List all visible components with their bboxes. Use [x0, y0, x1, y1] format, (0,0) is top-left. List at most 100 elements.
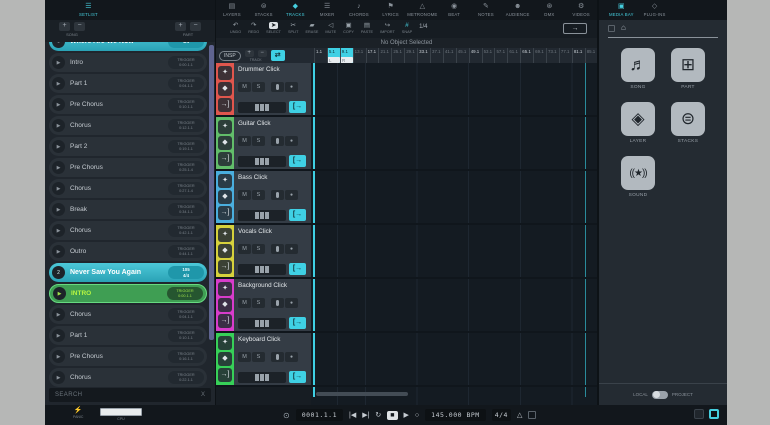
input-routing-icon[interactable]: →]: [218, 314, 232, 328]
search-input[interactable]: SEARCH X: [49, 388, 211, 402]
play-icon[interactable]: ▶: [52, 140, 65, 153]
expand-toolbar-button[interactable]: →: [563, 23, 587, 34]
solo-button[interactable]: S: [252, 136, 265, 146]
filter-checkbox[interactable]: [608, 24, 615, 32]
play-icon[interactable]: ▶: [52, 119, 65, 132]
record-arm-button[interactable]: ●: [285, 82, 298, 92]
tempo-display[interactable]: 145.000 BPM: [425, 409, 486, 421]
tab-videos[interactable]: ⚙ VIDEOS: [565, 0, 597, 20]
loop-button[interactable]: ↻: [375, 411, 381, 419]
record-arm-button[interactable]: ●: [285, 298, 298, 308]
setlist-item[interactable]: ▶ Chorus TRIGGER 0:27.1.4: [49, 179, 207, 198]
setlist-item[interactable]: ▶ Intro TRIGGER 0:00.1.1: [49, 53, 207, 72]
play-icon[interactable]: ▶: [52, 245, 65, 258]
actions-icon[interactable]: ✦: [218, 174, 232, 188]
actions-icon[interactable]: ✦: [218, 336, 232, 350]
track-header[interactable]: Keyboard Click MS ● [→: [234, 333, 311, 385]
solo-button[interactable]: S: [252, 190, 265, 200]
output-routing-button[interactable]: [→: [289, 317, 306, 329]
media-item-sound[interactable]: ((★)) SOUND: [621, 156, 655, 198]
setlist-item[interactable]: ▶ Chorus TRIGGER 0:22.1.1: [49, 368, 207, 387]
tag-icon[interactable]: ◆: [218, 136, 232, 150]
song-number-icon[interactable]: 1: [52, 42, 65, 48]
input-routing-icon[interactable]: →]: [218, 98, 232, 112]
media-item-song[interactable]: ♬ SONG: [621, 48, 655, 90]
media-item-stacks[interactable]: ⊜ STACKS: [671, 102, 705, 144]
solo-button[interactable]: S: [252, 244, 265, 254]
mute-button[interactable]: M: [238, 136, 251, 146]
add-song-button[interactable]: +: [59, 22, 70, 31]
monitor-button[interactable]: [271, 82, 284, 92]
play-icon[interactable]: ▶: [52, 98, 65, 111]
copy-button[interactable]: ▣ COPY: [343, 22, 354, 34]
setlist-item[interactable]: ▶ Pre Chorus TRIGGER 0:16.1.1: [49, 347, 207, 366]
track-name[interactable]: Bass Click: [238, 174, 307, 181]
tab-audience[interactable]: ☻ AUDIENCE: [502, 0, 534, 20]
actions-icon[interactable]: ✦: [218, 120, 232, 134]
play-icon[interactable]: ▶: [52, 224, 65, 237]
remove-part-button[interactable]: −: [190, 22, 201, 31]
setlist-item[interactable]: 1 Where Are We Now 4/4: [49, 42, 207, 51]
setlist-item[interactable]: ▶ Part 1 TRIGGER 0:04.1.1: [49, 74, 207, 93]
output-routing-button[interactable]: [→: [289, 155, 306, 167]
mute-button[interactable]: M: [238, 298, 251, 308]
redo-button[interactable]: ↷ REDO: [248, 22, 259, 34]
tab-chords[interactable]: ♪ CHORDS: [343, 0, 375, 20]
volume-slider[interactable]: [238, 371, 286, 383]
tab-mixer[interactable]: ☰ MIXER: [311, 0, 343, 20]
home-icon[interactable]: ⌂: [621, 24, 626, 32]
mute-button[interactable]: M: [238, 82, 251, 92]
actions-icon[interactable]: ✦: [218, 66, 232, 80]
track-header[interactable]: Bass Click MS ● [→: [234, 171, 311, 223]
previous-button[interactable]: |◀: [349, 411, 356, 419]
primary-view-button[interactable]: [709, 409, 719, 419]
setlist-item[interactable]: 2 Never Saw You Again 105 4/4: [49, 263, 207, 282]
record-arm-button[interactable]: ●: [285, 190, 298, 200]
stop-button[interactable]: ■: [387, 410, 398, 420]
volume-slider[interactable]: [238, 317, 286, 329]
tab-plug-ins[interactable]: ◇ PLUG-INS: [644, 0, 666, 20]
output-routing-button[interactable]: [→: [289, 209, 306, 221]
tab-tracks[interactable]: ◆ TRACKS: [280, 0, 312, 20]
setlist-item[interactable]: ▶ Pre Chorus TRIGGER 0:10.1.1: [49, 95, 207, 114]
snap-button[interactable]: # SNAP: [402, 22, 412, 34]
zoom-fit-button[interactable]: ⇄: [270, 50, 285, 61]
secondary-view-button[interactable]: [694, 409, 704, 419]
setlist-item[interactable]: ▶ Chorus TRIGGER 0:12.1.1: [49, 116, 207, 135]
setlist-item[interactable]: ▶ Intro TRIGGER 0:00.1.1: [49, 284, 207, 303]
monitor-button[interactable]: [271, 352, 284, 362]
actions-icon[interactable]: ✦: [218, 282, 232, 296]
output-routing-button[interactable]: [→: [289, 371, 306, 383]
record-arm-button[interactable]: ●: [285, 136, 298, 146]
input-routing-icon[interactable]: →]: [218, 152, 232, 166]
actions-icon[interactable]: ✦: [218, 228, 232, 242]
song-number-icon[interactable]: 2: [52, 266, 65, 279]
split-tool-button[interactable]: ✂ SPLIT: [288, 22, 299, 34]
volume-slider[interactable]: [238, 209, 286, 221]
next-button[interactable]: ▶|: [362, 411, 369, 419]
tab-lyrics[interactable]: ⚑ LYRICS: [375, 0, 407, 20]
monitor-button[interactable]: [271, 190, 284, 200]
time-signature-display[interactable]: 4/4: [491, 409, 511, 421]
play-icon[interactable]: ▶: [53, 287, 66, 300]
track-name[interactable]: Drummer Click: [238, 66, 307, 73]
tab-media-bay[interactable]: ▣ MEDIA BAY: [609, 0, 634, 20]
track-header[interactable]: Guitar Click MS ● [→: [234, 117, 311, 169]
local-project-toggle[interactable]: [651, 390, 668, 399]
track-header[interactable]: Drummer Click MS ● [→: [234, 63, 311, 115]
play-icon[interactable]: ▶: [52, 329, 65, 342]
track-name[interactable]: Guitar Click: [238, 120, 307, 127]
play-icon[interactable]: ▶: [52, 350, 65, 363]
tag-icon[interactable]: ◆: [218, 190, 232, 204]
track-name[interactable]: Background Click: [238, 282, 307, 289]
input-routing-icon[interactable]: →]: [218, 260, 232, 274]
solo-button[interactable]: S: [252, 352, 265, 362]
stacks-icon[interactable]: ⊜: [671, 102, 705, 136]
setlist-scrollbar[interactable]: [209, 45, 214, 340]
record-arm-button[interactable]: ●: [285, 244, 298, 254]
tag-icon[interactable]: ◆: [218, 82, 232, 96]
input-routing-icon[interactable]: →]: [218, 206, 232, 220]
play-icon[interactable]: ▶: [52, 371, 65, 384]
time-display[interactable]: 0001.1.1: [295, 409, 344, 421]
play-icon[interactable]: ▶: [52, 203, 65, 216]
